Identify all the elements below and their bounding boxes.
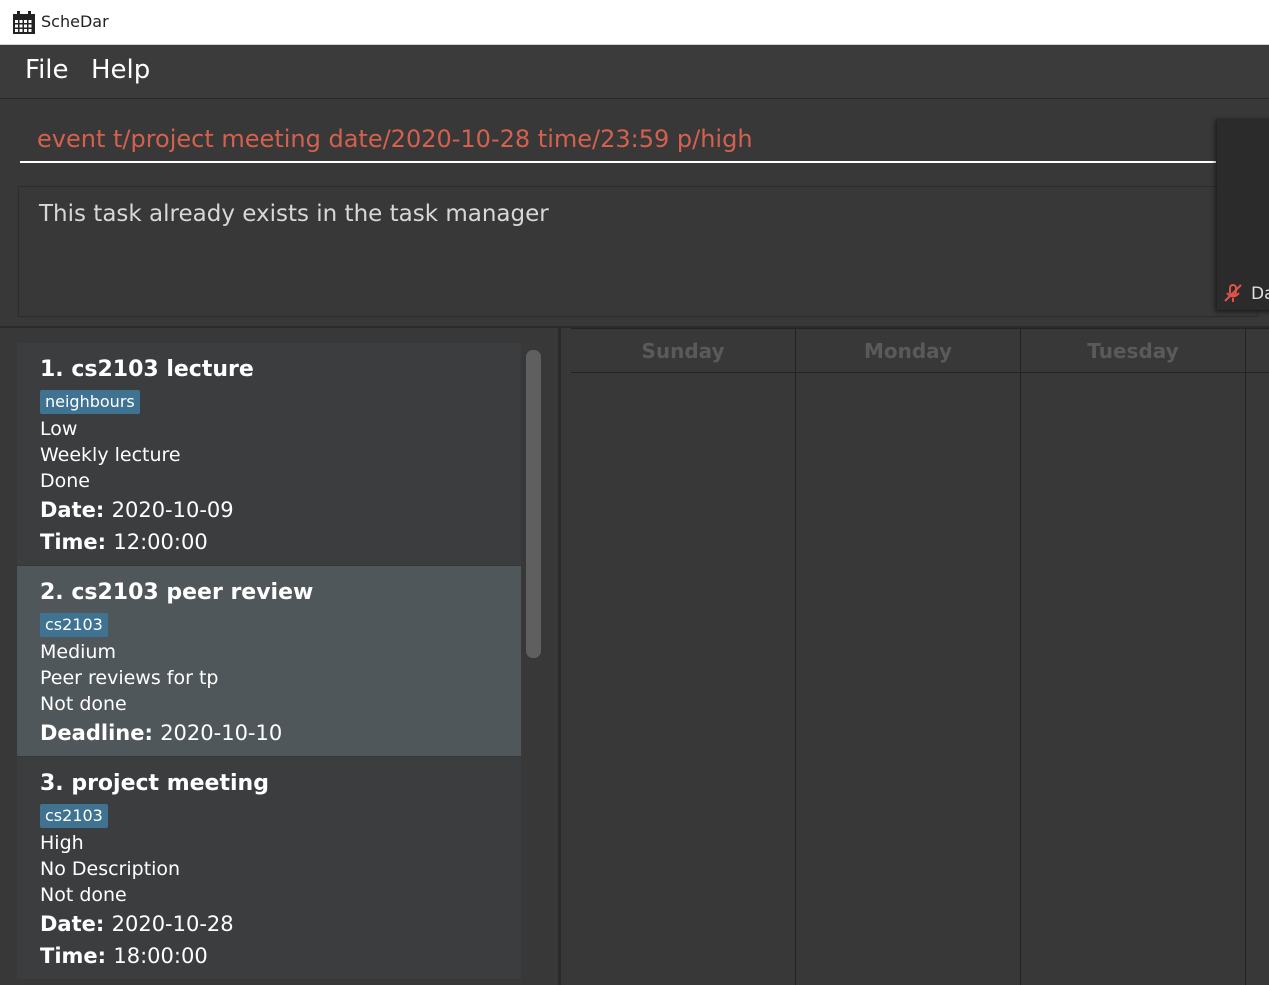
result-display: This task already exists in the task man… [18,186,1258,317]
task-card-1[interactable]: 1. cs2103 lecture neighbours Low Weekly … [17,343,521,565]
calendar-column-sunday: Sunday [571,328,796,985]
task-title: 1. cs2103 lecture [40,357,254,382]
day-header-next [1246,328,1269,373]
calendar-icon [13,11,35,34]
task-description: Peer reviews for tp [40,667,219,689]
task-status: Done [40,470,90,492]
menu-help[interactable]: Help [89,55,152,85]
task-card-2[interactable]: 2. cs2103 peer review cs2103 Medium Peer… [17,566,521,756]
task-title: 3. project meeting [40,771,269,796]
task-priority: Low [40,418,78,440]
calendar-column-monday: Monday [796,328,1021,985]
task-date: Date: 2020-10-09 [40,498,234,522]
task-tag: cs2103 [40,804,108,828]
task-description: No Description [40,858,181,880]
split-divider[interactable] [558,328,561,985]
menu-file[interactable]: File [23,55,71,85]
day-header-monday: Monday [796,328,1020,373]
title-bar: ScheDar [0,0,1269,45]
command-area [0,99,1269,177]
task-date: Date: 2020-10-28 [40,912,234,936]
task-list-scrollbar-thumb[interactable] [526,350,541,658]
task-status: Not done [40,693,127,715]
result-message: This task already exists in the task man… [39,201,549,227]
task-priority: High [40,832,84,854]
overlay-popup[interactable]: Da [1217,118,1269,310]
task-time: Time: 12:00:00 [40,530,208,554]
microphone-off-icon [1224,284,1242,302]
calendar-column-next [1246,328,1269,985]
task-card-3[interactable]: 3. project meeting cs2103 High No Descri… [17,757,521,979]
task-status: Not done [40,884,127,906]
popup-label: Da [1251,284,1269,304]
calendar-view: Sunday Monday Tuesday [571,328,1269,985]
task-deadline: Deadline: 2020-10-10 [40,721,283,745]
task-time: Time: 18:00:00 [40,944,208,968]
task-title: 2. cs2103 peer review [40,580,314,605]
calendar-column-tuesday: Tuesday [1021,328,1246,985]
task-description: Weekly lecture [40,444,181,466]
command-input[interactable] [20,117,1216,163]
window-title: ScheDar [41,12,109,31]
menu-bar: File Help [0,45,1269,99]
task-tag: cs2103 [40,613,108,637]
task-priority: Medium [40,641,116,663]
day-header-tuesday: Tuesday [1021,328,1245,373]
day-header-sunday: Sunday [571,328,795,373]
task-tag: neighbours [40,390,140,414]
